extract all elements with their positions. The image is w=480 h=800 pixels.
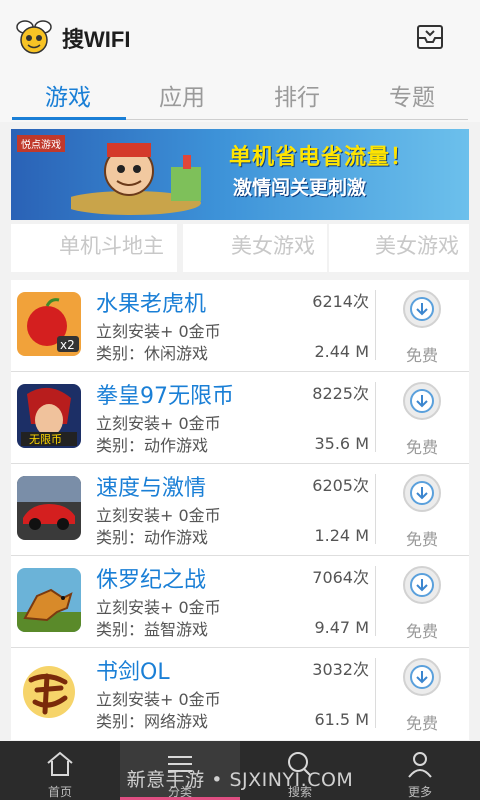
nav-home[interactable]: 首页 xyxy=(0,741,120,800)
active-tab-indicator xyxy=(12,117,126,120)
search-icon xyxy=(288,752,312,777)
price-label: 免费 xyxy=(405,346,438,365)
category-card[interactable]: 单机斗地主 xyxy=(11,224,177,272)
banner-subtitle: 激情闯关更刺激 xyxy=(233,177,367,199)
bee-logo-icon xyxy=(16,20,52,54)
app-reward: 立刻安装+ 0金币 xyxy=(96,690,221,709)
download-count: 6205次 xyxy=(312,476,369,495)
file-size: 2.44 M xyxy=(314,342,369,361)
apple-slot-icon: x2 xyxy=(17,292,81,356)
app-name: 水果老虎机 xyxy=(96,292,207,317)
category-card[interactable]: 美女游戏 xyxy=(183,224,327,272)
banner-title: 单机省电省流量！ xyxy=(229,145,414,170)
file-size: 35.6 M xyxy=(314,434,369,453)
app-reward: 立刻安装+ 0金币 xyxy=(96,506,221,525)
calligraphy-icon xyxy=(17,660,81,724)
app-category: 类别：动作游戏 xyxy=(96,436,209,455)
list-item[interactable]: 书剑OL 立刻安装+ 0金币 类别：网络游戏 3032次 61.5 M 免费 xyxy=(11,648,469,740)
price-label: 免费 xyxy=(405,714,438,733)
tab-games[interactable]: 游戏 xyxy=(12,82,124,118)
user-icon xyxy=(408,752,432,778)
fighter-icon: 无限币 xyxy=(17,384,81,448)
app-title: 搜WIFI xyxy=(62,27,131,52)
app-header: 搜WIFI xyxy=(0,0,480,76)
tab-bar: 游戏 应用 排行 专题 xyxy=(0,76,480,122)
price-label: 免费 xyxy=(405,530,438,549)
app-name: 侏罗纪之战 xyxy=(96,568,207,593)
tab-apps[interactable]: 应用 xyxy=(126,82,238,118)
nav-more[interactable]: 更多 xyxy=(360,741,480,800)
row-divider xyxy=(375,382,376,452)
home-icon xyxy=(47,751,73,776)
list-item[interactable]: 无限币 拳皇97无限币 立刻安装+ 0金币 类别：动作游戏 8225次 35.6… xyxy=(11,372,469,464)
svg-text:x2: x2 xyxy=(60,338,75,352)
banner-character-art xyxy=(71,143,201,215)
app-list: x2 水果老虎机 立刻安装+ 0金币 类别：休闲游戏 6214次 2.44 M … xyxy=(11,280,469,740)
download-button[interactable] xyxy=(403,382,441,420)
tab-topics[interactable]: 专题 xyxy=(356,82,468,118)
category-row: 单机斗地主 美女游戏 美女游戏 xyxy=(11,224,469,272)
file-size: 1.24 M xyxy=(314,526,369,545)
inbox-tray-icon[interactable] xyxy=(414,22,446,52)
nav-category[interactable]: 分类 xyxy=(120,741,240,800)
tab-ranking[interactable]: 排行 xyxy=(241,82,353,118)
download-count: 3032次 xyxy=(312,660,369,679)
menu-icon xyxy=(168,756,192,772)
red-car-icon xyxy=(17,476,81,540)
app-name: 书剑OL xyxy=(96,660,170,685)
download-button[interactable] xyxy=(403,566,441,604)
nav-search[interactable]: 搜索 xyxy=(240,741,360,800)
row-divider xyxy=(375,658,376,728)
bottom-nav: 首页 分类 搜索 更多 新意手游 • SJXINYI.COM xyxy=(0,741,480,800)
nav-label: 更多 xyxy=(407,785,432,799)
app-name: 拳皇97无限币 xyxy=(96,384,234,409)
price-label: 免费 xyxy=(405,622,438,641)
row-divider xyxy=(375,566,376,636)
download-button[interactable] xyxy=(403,474,441,512)
list-item[interactable]: x2 水果老虎机 立刻安装+ 0金币 类别：休闲游戏 6214次 2.44 M … xyxy=(11,280,469,372)
app-reward: 立刻安装+ 0金币 xyxy=(96,598,221,617)
app-name: 速度与激情 xyxy=(96,476,207,501)
svg-text:无限币: 无限币 xyxy=(29,433,62,446)
list-item[interactable]: 侏罗纪之战 立刻安装+ 0金币 类别：益智游戏 7064次 9.47 M 免费 xyxy=(11,556,469,648)
banner-brand: 悦点游戏 xyxy=(17,135,65,152)
nav-label: 首页 xyxy=(47,785,72,799)
download-button[interactable] xyxy=(403,658,441,696)
dinosaur-icon xyxy=(17,568,81,632)
download-arrow-icon xyxy=(410,389,434,413)
download-arrow-icon xyxy=(410,573,434,597)
download-button[interactable] xyxy=(403,290,441,328)
app-reward: 立刻安装+ 0金币 xyxy=(96,414,221,433)
app-category: 类别：动作游戏 xyxy=(96,528,209,547)
app-reward: 立刻安装+ 0金币 xyxy=(96,322,221,341)
nav-label: 分类 xyxy=(167,785,192,799)
nav-label: 搜索 xyxy=(287,785,312,799)
download-count: 8225次 xyxy=(312,384,369,403)
file-size: 61.5 M xyxy=(314,710,369,729)
category-card[interactable]: 美女游戏 xyxy=(329,224,469,272)
download-count: 6214次 xyxy=(312,292,369,311)
download-arrow-icon xyxy=(410,297,434,321)
app-category: 类别：休闲游戏 xyxy=(96,344,209,363)
price-label: 免费 xyxy=(405,438,438,457)
download-count: 7064次 xyxy=(312,568,369,587)
app-category: 类别：网络游戏 xyxy=(96,712,209,731)
promo-banner[interactable]: 悦点游戏 单机省电省流量！ 激情闯关更刺激 xyxy=(11,129,469,220)
download-arrow-icon xyxy=(410,665,434,689)
file-size: 9.47 M xyxy=(314,618,369,637)
list-item[interactable]: 速度与激情 立刻安装+ 0金币 类别：动作游戏 6205次 1.24 M 免费 xyxy=(11,464,469,556)
download-arrow-icon xyxy=(410,481,434,505)
app-category: 类别：益智游戏 xyxy=(96,620,209,639)
row-divider xyxy=(375,290,376,360)
row-divider xyxy=(375,474,376,544)
